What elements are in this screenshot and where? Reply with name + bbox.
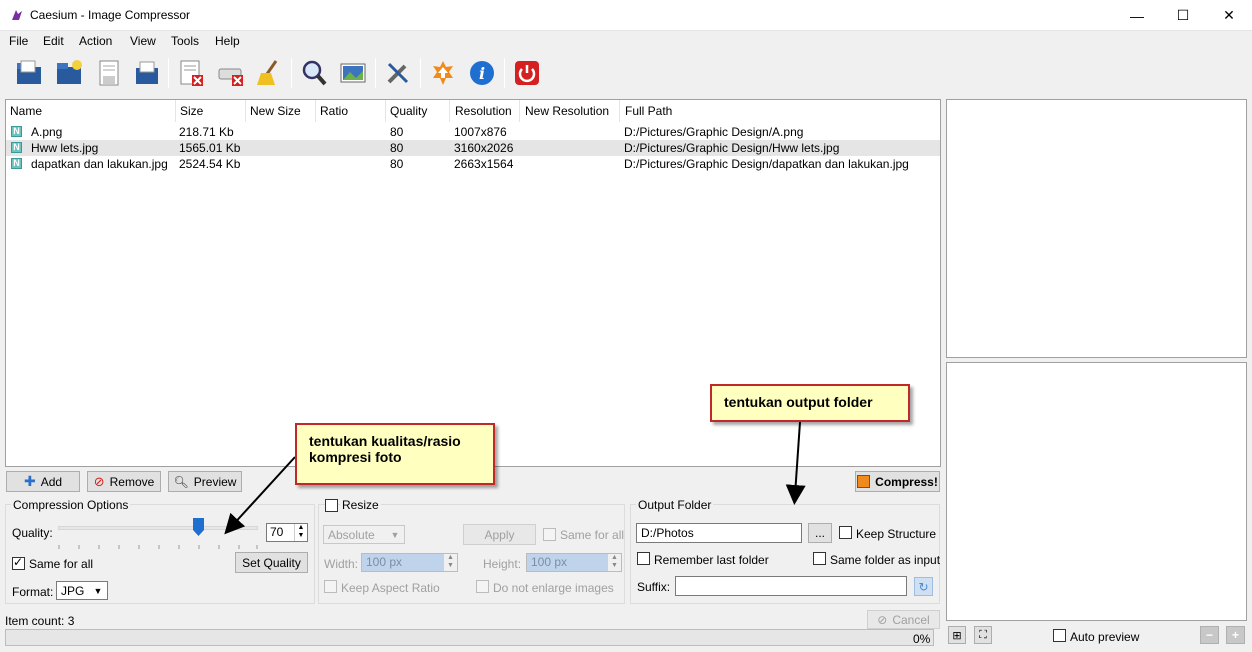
output-callout: tentukan output folder [710, 384, 910, 422]
quality-callout: tentukan kualitas/rasio kompresi foto [295, 423, 495, 485]
annotation-arrows [224, 421, 806, 535]
